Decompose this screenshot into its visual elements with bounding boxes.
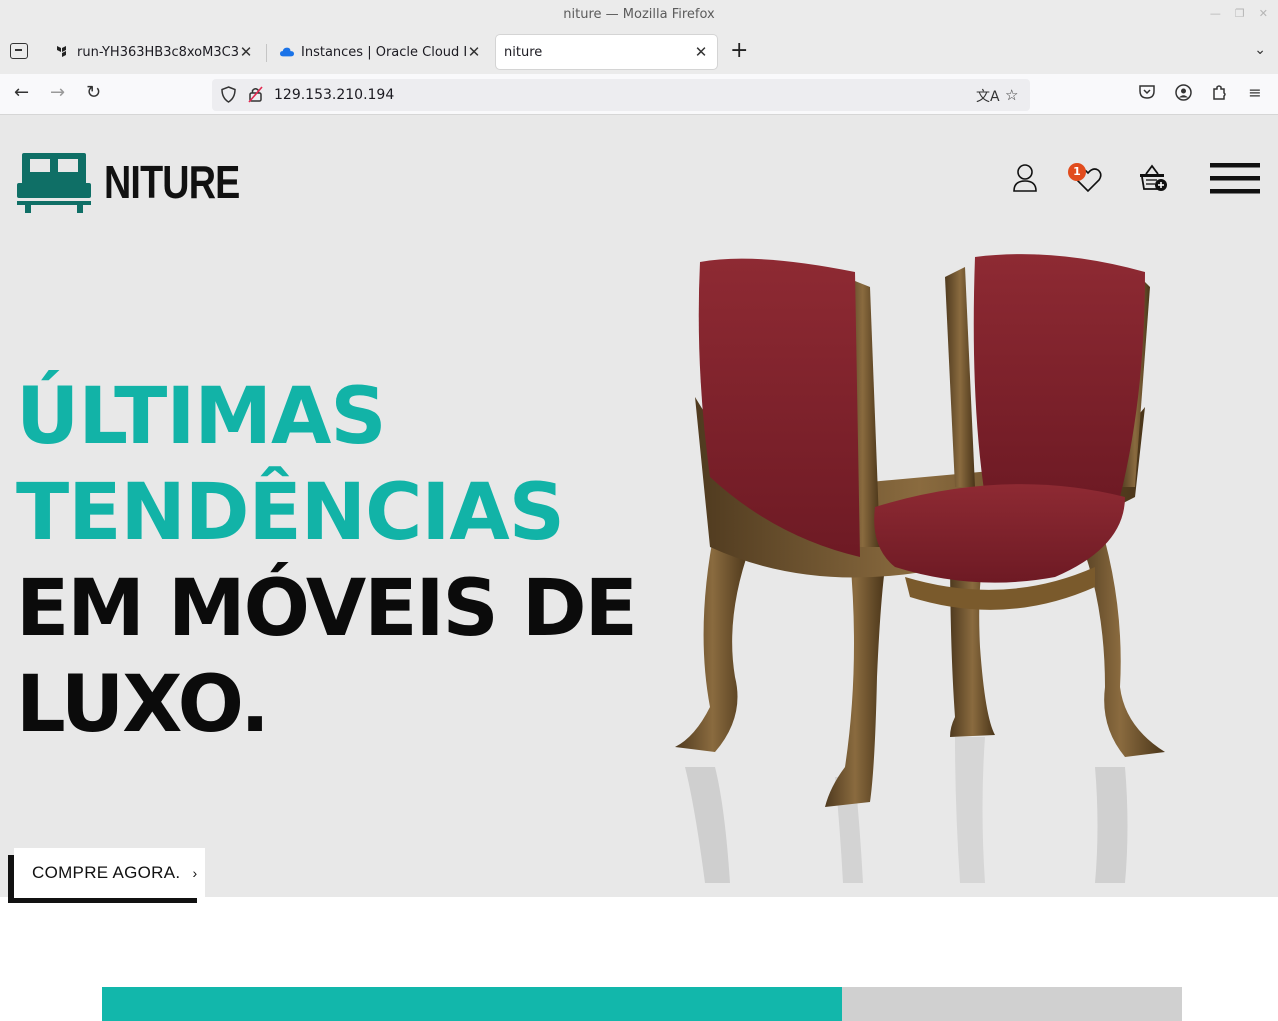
back-icon[interactable]: ← [14, 83, 29, 103]
close-window-icon[interactable]: ✕ [1259, 7, 1268, 20]
site-logo[interactable]: NITURE [16, 151, 269, 213]
tab-label: Instances | Oracle Cloud Infr [301, 44, 466, 60]
extensions-icon[interactable] [1210, 84, 1228, 102]
hero-line-3: EM MÓVEIS DE [16, 564, 638, 654]
hero-heading: ÚLTIMAS TENDÊNCIAS EM MÓVEIS DE LUXO. [16, 369, 638, 753]
shopping-basket-icon[interactable] [1138, 163, 1168, 193]
terraform-icon [57, 46, 66, 57]
oracle-cloud-icon [280, 47, 294, 57]
forward-icon[interactable]: → [50, 83, 65, 103]
pocket-icon[interactable] [1138, 84, 1156, 102]
user-icon[interactable] [1012, 163, 1038, 193]
translate-icon[interactable]: 文A [976, 86, 1000, 106]
tab-oracle[interactable]: Instances | Oracle Cloud Infr ✕ [274, 35, 488, 69]
url-bar[interactable]: 129.153.210.194 文A ☆ [212, 79, 1030, 111]
close-tab-icon[interactable]: ✕ [466, 43, 482, 61]
firefox-view-icon[interactable] [10, 43, 28, 59]
account-icon[interactable] [1174, 84, 1192, 102]
hero-line-1: ÚLTIMAS [16, 372, 387, 462]
close-tab-icon[interactable]: ✕ [693, 43, 709, 61]
hero-line-4: LUXO. [16, 660, 270, 750]
shield-icon[interactable] [221, 86, 236, 107]
tab-label: run-YH363HB3c8xoM3C3 | F [77, 44, 238, 60]
promo-image [842, 987, 1182, 1021]
tab-label: niture [504, 44, 543, 60]
window-title: niture — Mozilla Firefox [563, 7, 715, 22]
list-all-tabs-icon[interactable]: ⌄ [1254, 42, 1266, 58]
chair-image [675, 254, 1165, 883]
promo-banner [102, 987, 842, 1021]
new-tab-button[interactable]: + [730, 40, 748, 62]
tab-bar: run-YH363HB3c8xoM3C3 | F ✕ Instances | O… [0, 30, 1278, 74]
menu-icon[interactable]: ≡ [1246, 84, 1264, 102]
close-tab-icon[interactable]: ✕ [238, 43, 254, 61]
chevron-right-icon: › [192, 865, 198, 881]
tab-terraform[interactable]: run-YH363HB3c8xoM3C3 | F ✕ [50, 35, 260, 69]
hero-section: NITURE 1 ÚLTIMAS TENDÊNCIAS EM MÓVEIS DE… [0, 115, 1278, 903]
url-text: 129.153.210.194 [274, 87, 395, 103]
hamburger-menu-icon[interactable] [1210, 162, 1260, 196]
logo-text: NITURE [104, 156, 240, 208]
navigation-toolbar: ← → ↻ 129.153.210.194 文A ☆ ≡ [0, 74, 1278, 115]
window-titlebar: niture — Mozilla Firefox — ❐ ✕ [0, 0, 1278, 30]
bookmark-star-icon[interactable]: ☆ [1005, 86, 1018, 104]
bed-icon [17, 153, 91, 213]
wishlist-count-badge: 1 [1068, 163, 1086, 181]
shop-now-label: COMPRE AGORA. [32, 863, 181, 882]
hero-line-2: TENDÊNCIAS [16, 468, 565, 558]
minimize-icon[interactable]: — [1210, 7, 1221, 20]
tab-niture[interactable]: niture ✕ [496, 35, 717, 69]
maximize-icon[interactable]: ❐ [1235, 7, 1245, 20]
insecure-lock-icon[interactable] [248, 86, 263, 107]
reload-icon[interactable]: ↻ [86, 83, 101, 103]
webpage: NITURE 1 ÚLTIMAS TENDÊNCIAS EM MÓVEIS DE… [0, 115, 1278, 1021]
shop-now-button[interactable]: COMPRE AGORA. › [14, 848, 205, 898]
